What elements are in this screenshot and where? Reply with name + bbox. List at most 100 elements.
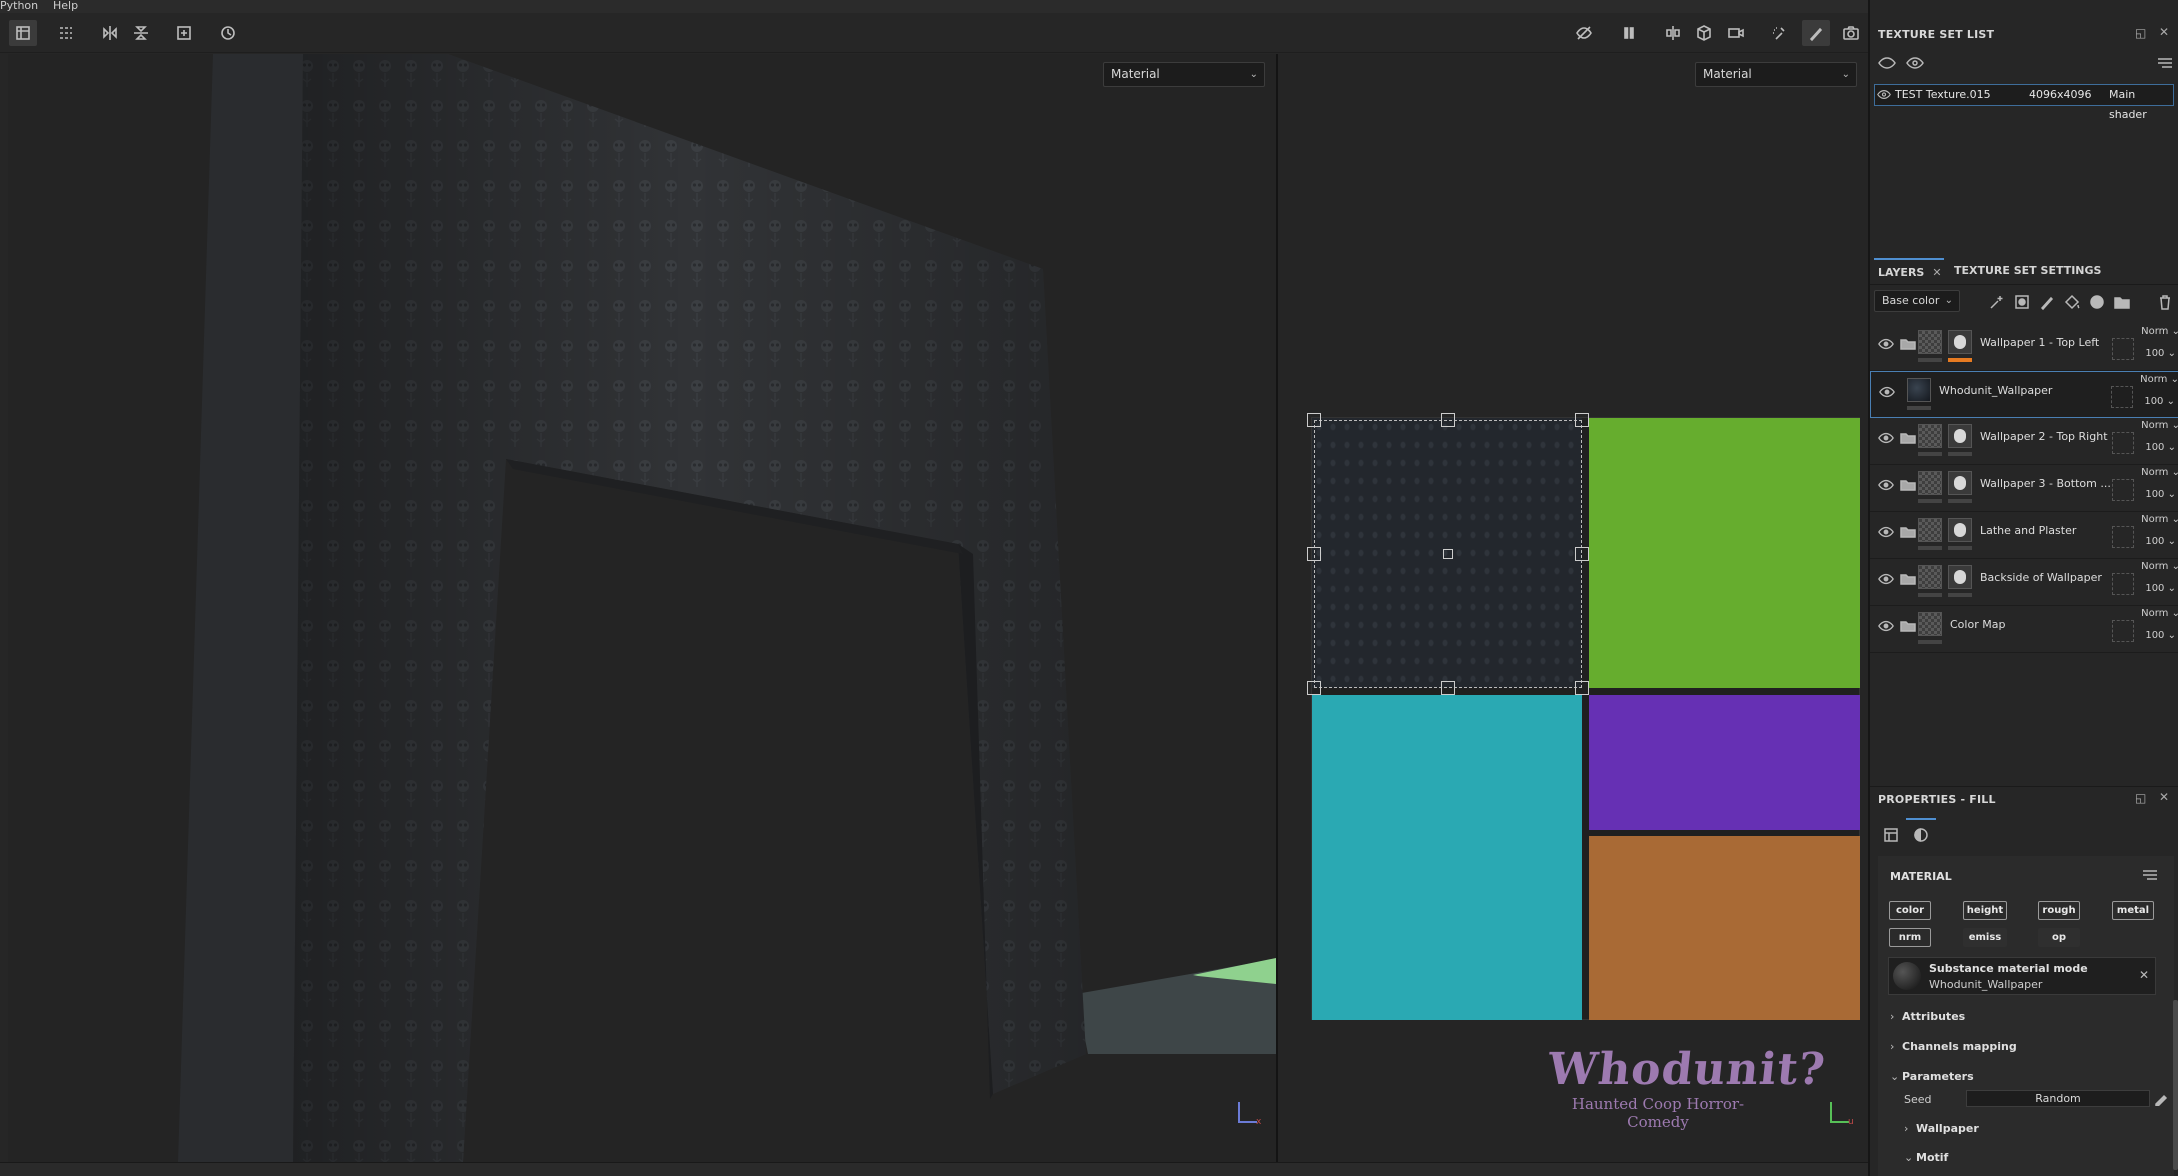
hide-button[interactable] — [1570, 20, 1598, 46]
mask-thumbnail[interactable] — [1948, 424, 1972, 448]
handle-right[interactable] — [1575, 547, 1589, 561]
properties-scrollbar[interactable] — [2173, 1000, 2178, 1170]
eye-icon[interactable] — [1878, 571, 1894, 587]
attributes-section-header[interactable]: › Attributes — [1890, 1010, 1965, 1023]
handle-top-left[interactable] — [1307, 413, 1321, 427]
layer-mask-slot[interactable] — [2111, 386, 2133, 408]
clear-material-icon[interactable]: ✕ — [2139, 968, 2149, 982]
motif-section-header[interactable]: ⌄ Motif — [1904, 1151, 1948, 1164]
layer-thumbnail[interactable] — [1918, 518, 1942, 542]
paint-tool-button[interactable] — [1802, 20, 1830, 46]
eye-icon[interactable] — [1878, 430, 1894, 446]
channel-color-button[interactable]: color — [1889, 901, 1931, 920]
mask-thumbnail[interactable] — [1948, 330, 1972, 354]
layer-row[interactable]: Lathe and Plaster Norm ⌄ 100 ⌄ — [1870, 512, 2178, 559]
blend-mode-dropdown[interactable]: Norm ⌄ — [2141, 467, 2178, 478]
add-effect-icon[interactable] — [1988, 293, 2006, 311]
mask-thumbnail[interactable] — [1948, 471, 1972, 495]
layer-thumbnail[interactable] — [1918, 330, 1942, 354]
history-button[interactable] — [214, 20, 242, 46]
blend-mode-dropdown[interactable]: Norm ⌄ — [2140, 374, 2178, 385]
opacity-field[interactable]: 100 ⌄ — [2145, 630, 2176, 641]
folder-icon[interactable] — [1900, 526, 1916, 538]
blend-mode-dropdown[interactable]: Norm ⌄ — [2141, 420, 2178, 431]
channel-dropdown[interactable]: Base color ⌄ — [1874, 290, 1960, 312]
layer-row[interactable]: Color Map Norm ⌄ 100 ⌄ — [1870, 606, 2178, 653]
opacity-field[interactable]: 100 ⌄ — [2145, 536, 2176, 547]
handle-bottom-left[interactable] — [1307, 681, 1321, 695]
layer-thumbnail[interactable] — [1918, 471, 1942, 495]
handle-bottom-right[interactable] — [1575, 681, 1589, 695]
eye-icon[interactable] — [1878, 336, 1894, 352]
menu-icon[interactable] — [2142, 868, 2158, 882]
channels-mapping-section-header[interactable]: › Channels mapping — [1890, 1040, 2017, 1053]
single-view-button[interactable] — [9, 20, 37, 46]
folder-icon[interactable] — [1900, 432, 1916, 444]
symmetry-button[interactable] — [1659, 20, 1687, 46]
blend-mode-dropdown[interactable]: Norm ⌄ — [2141, 326, 2178, 337]
visibility-off-icon[interactable] — [1878, 56, 1896, 70]
layer-row[interactable]: Whodunit_Wallpaper Norm ⌄ 100 ⌄ — [1870, 371, 2178, 418]
layer-mask-slot[interactable] — [2112, 573, 2134, 595]
eye-icon[interactable] — [1879, 384, 1895, 400]
add-fill-layer-icon[interactable] — [2063, 293, 2081, 311]
tab-layers[interactable]: LAYERS ✕ — [1874, 258, 1944, 285]
channel-rough-button[interactable]: rough — [2038, 901, 2080, 920]
tile-top-right[interactable] — [1589, 418, 1860, 688]
layer-row[interactable]: Wallpaper 1 - Top Left Norm ⌄ 100 ⌄ — [1870, 324, 2178, 371]
undock-icon[interactable]: ◱ — [2135, 26, 2146, 40]
menu-help[interactable]: Help — [53, 0, 78, 12]
eye-icon[interactable] — [1878, 524, 1894, 540]
edit-pencil-icon[interactable] — [2154, 1092, 2168, 1106]
add-folder-icon[interactable] — [2113, 293, 2131, 311]
tile-bottom-left[interactable] — [1312, 695, 1582, 1020]
channel-nrm-button[interactable]: nrm — [1889, 928, 1931, 947]
layer-mask-slot[interactable] — [2112, 338, 2134, 360]
eye-icon[interactable] — [1878, 618, 1894, 634]
layer-mask-slot[interactable] — [2112, 479, 2134, 501]
wallpaper-section-header[interactable]: › Wallpaper — [1904, 1122, 1979, 1135]
close-icon[interactable]: ✕ — [2159, 790, 2169, 804]
handle-top[interactable] — [1441, 413, 1455, 427]
screenshot-button[interactable] — [1837, 20, 1865, 46]
channel-op-button[interactable]: op — [2038, 928, 2080, 947]
mask-thumbnail[interactable] — [1948, 565, 1972, 589]
handle-top-right[interactable] — [1575, 413, 1589, 427]
smart-material-icon[interactable] — [2088, 293, 2106, 311]
viewport-3d[interactable]: Material ⌄ x — [8, 54, 1276, 1162]
viewport-3d-mode-dropdown[interactable]: Material ⌄ — [1103, 62, 1265, 87]
blend-mode-dropdown[interactable]: Norm ⌄ — [2141, 561, 2178, 572]
eye-icon[interactable] — [1877, 89, 1891, 100]
camera-mode-button[interactable] — [1722, 20, 1750, 46]
folder-icon[interactable] — [1900, 573, 1916, 585]
substance-material-slot[interactable]: Substance material mode Whodunit_Wallpap… — [1888, 957, 2156, 995]
grid-view-button[interactable] — [52, 20, 80, 46]
layer-row[interactable]: Backside of Wallpaper Norm ⌄ 100 ⌄ — [1870, 559, 2178, 606]
channel-metal-button[interactable]: metal — [2112, 901, 2154, 920]
fit-view-button[interactable] — [170, 20, 198, 46]
add-paint-layer-icon[interactable] — [2038, 293, 2056, 311]
undock-icon[interactable]: ◱ — [2135, 791, 2146, 805]
layer-mask-slot[interactable] — [2112, 526, 2134, 548]
parameters-section-header[interactable]: ⌄ Parameters — [1890, 1070, 1974, 1083]
layer-thumbnail[interactable] — [1918, 424, 1942, 448]
layer-thumbnail[interactable] — [1907, 378, 1931, 402]
mask-thumbnail[interactable] — [1948, 518, 1972, 542]
blend-mode-dropdown[interactable]: Norm ⌄ — [2141, 608, 2178, 619]
layer-row[interactable]: Wallpaper 2 - Top Right Norm ⌄ 100 ⌄ — [1870, 418, 2178, 465]
handle-bottom[interactable] — [1441, 681, 1455, 695]
channel-height-button[interactable]: height — [1963, 901, 2007, 920]
layer-properties-icon[interactable] — [1882, 826, 1900, 844]
close-icon[interactable]: ✕ — [1932, 266, 1941, 279]
viewport-2d[interactable]: Material ⌄ Whodunit? Haunted Coop Horror… — [1278, 54, 1868, 1162]
blend-mode-dropdown[interactable]: Norm ⌄ — [2141, 514, 2178, 525]
folder-icon[interactable] — [1900, 338, 1916, 350]
mirror-y-button[interactable] — [127, 20, 155, 46]
add-mask-icon[interactable] — [2013, 293, 2031, 311]
eye-icon[interactable] — [1906, 56, 1924, 70]
mirror-x-button[interactable] — [96, 20, 124, 46]
folder-icon[interactable] — [1900, 620, 1916, 632]
material-tab[interactable] — [1906, 818, 1936, 852]
opacity-field[interactable]: 100 ⌄ — [2145, 442, 2176, 453]
opacity-field[interactable]: 100 ⌄ — [2144, 396, 2175, 407]
